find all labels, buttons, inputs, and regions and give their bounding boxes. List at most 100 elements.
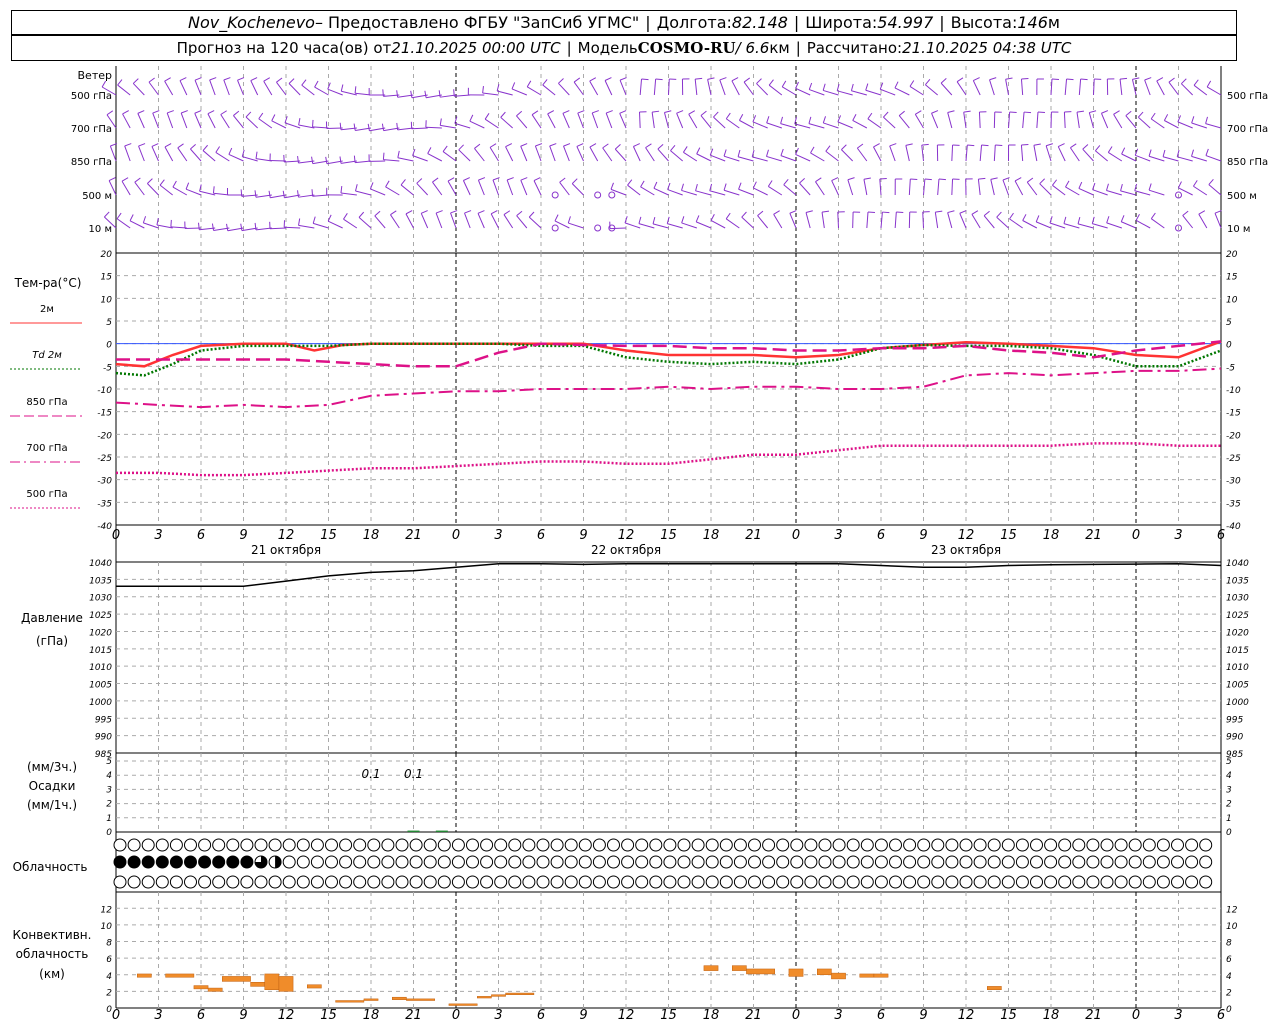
temp-ytick-right-10: -30 (1226, 477, 1241, 487)
wind-barb-flag (688, 110, 696, 115)
wind-barb (1009, 218, 1023, 229)
x-tick-top-6: 18 (363, 528, 380, 543)
cloud-symbol (987, 875, 1001, 889)
wind-barb (477, 179, 485, 196)
wind-barb-flag (682, 146, 688, 153)
cloud-symbol (325, 875, 338, 889)
cloud-symbol (296, 838, 310, 852)
wind-barb (245, 116, 259, 129)
cloud-symbol (395, 855, 409, 869)
precip-label-1: 0.1 (404, 767, 423, 781)
cloud-symbol (649, 875, 663, 889)
wind-level-left-0: 500 гПа (71, 91, 112, 102)
cloud-symbol (451, 855, 465, 869)
wind-barb-flag (743, 77, 751, 83)
wind-barb-flag (925, 79, 931, 86)
cloud-symbol (1142, 875, 1156, 889)
wind-barb (484, 118, 499, 129)
cloud-symbol (296, 855, 310, 869)
wind-barb-flag (1009, 212, 1014, 220)
cloud-symbol (1185, 838, 1199, 852)
wind-barb-flag (298, 218, 301, 226)
cloud-symbol (339, 855, 353, 869)
cloud-symbol (607, 875, 620, 889)
cloud-symbol (917, 875, 931, 889)
cloud-symbol (466, 838, 479, 852)
wind-barb-flag (768, 79, 774, 86)
wind-barb (1121, 221, 1137, 229)
wind-barb (166, 112, 174, 129)
wind-barb-flag (1162, 149, 1166, 157)
wind-barb-flag (282, 190, 285, 198)
calm-circle (551, 191, 559, 199)
wind-barb-flag (850, 83, 854, 91)
wind-barb (866, 212, 869, 229)
wind-barb (795, 153, 811, 162)
wind-barb-flag (1080, 78, 1088, 81)
cloud-symbol (1156, 838, 1170, 852)
cloud-symbol (1030, 855, 1043, 869)
wind-barb (1039, 183, 1052, 196)
pres-ytick-left-5: 1015 (89, 646, 112, 656)
x-tick-top-16: 0 (792, 528, 800, 543)
wind-barb-flag (1148, 183, 1152, 191)
wind-level-left-1: 700 гПа (71, 124, 112, 135)
wind-barb (124, 145, 131, 162)
cloud-title: Облачность (13, 860, 88, 874)
temp-ytick-right-4: 0 (1226, 341, 1232, 351)
cloud-symbol (1072, 838, 1086, 852)
wind-barb (604, 80, 613, 96)
wind-barb (713, 116, 726, 129)
temp-ytick-right-2: 10 (1226, 295, 1238, 305)
wind-barb (894, 212, 897, 229)
cloud-symbol (339, 838, 353, 852)
wind-barb-flag (725, 212, 731, 220)
cloud-symbol (860, 838, 874, 852)
wind-barb (972, 80, 981, 96)
cloud-symbol (1001, 838, 1015, 852)
wind-barb (159, 184, 173, 196)
wind-barb (1178, 187, 1193, 196)
wind-barb-flag (381, 123, 385, 131)
wind-barb (132, 83, 145, 96)
wind-barb (914, 114, 924, 129)
pres-ytick-left-1: 1035 (89, 576, 112, 586)
wind-barb (1120, 190, 1137, 196)
cloud-symbol (381, 855, 395, 869)
wind-barb (1119, 79, 1123, 96)
cloud-symbol (113, 875, 127, 889)
wind-barb-flag (421, 210, 428, 214)
cloud-symbol (607, 855, 620, 869)
wind-barb (571, 183, 584, 196)
x-tick-top-20: 12 (958, 528, 975, 543)
wind-barb (416, 182, 429, 196)
cloud-symbol (169, 855, 183, 869)
wind-barb-flag (190, 144, 196, 150)
wind-barb-flag (973, 77, 980, 81)
cloud-symbol (437, 855, 451, 869)
wind-barb-flag (1077, 216, 1081, 224)
wind-barb-flag (416, 178, 423, 184)
cloud-symbol (1058, 855, 1072, 869)
x-tick-top-25: 3 (1174, 528, 1182, 543)
wind-barb-flag (382, 152, 385, 160)
wind-barb (766, 122, 782, 129)
wind-barb (1131, 79, 1137, 96)
cloud-symbol (973, 838, 987, 852)
conv-bar-23 (859, 973, 875, 978)
wind-barb-flag (947, 210, 955, 214)
cloud-symbol (1015, 855, 1029, 869)
wind-barb (1082, 148, 1094, 162)
wind-barb (199, 190, 216, 196)
wind-barb (768, 185, 783, 196)
wind-barb (482, 92, 499, 96)
wind-barb (821, 212, 825, 229)
wind-barb (237, 79, 244, 96)
cloud-symbol (860, 875, 874, 889)
wind-barb (209, 79, 216, 96)
cloud-symbol (184, 875, 197, 889)
wind-barb (710, 154, 726, 162)
wind-barb-flag (924, 178, 932, 181)
pres-ytick-left-0: 1040 (89, 559, 112, 569)
temp-ytick-left-12: -40 (97, 522, 112, 532)
